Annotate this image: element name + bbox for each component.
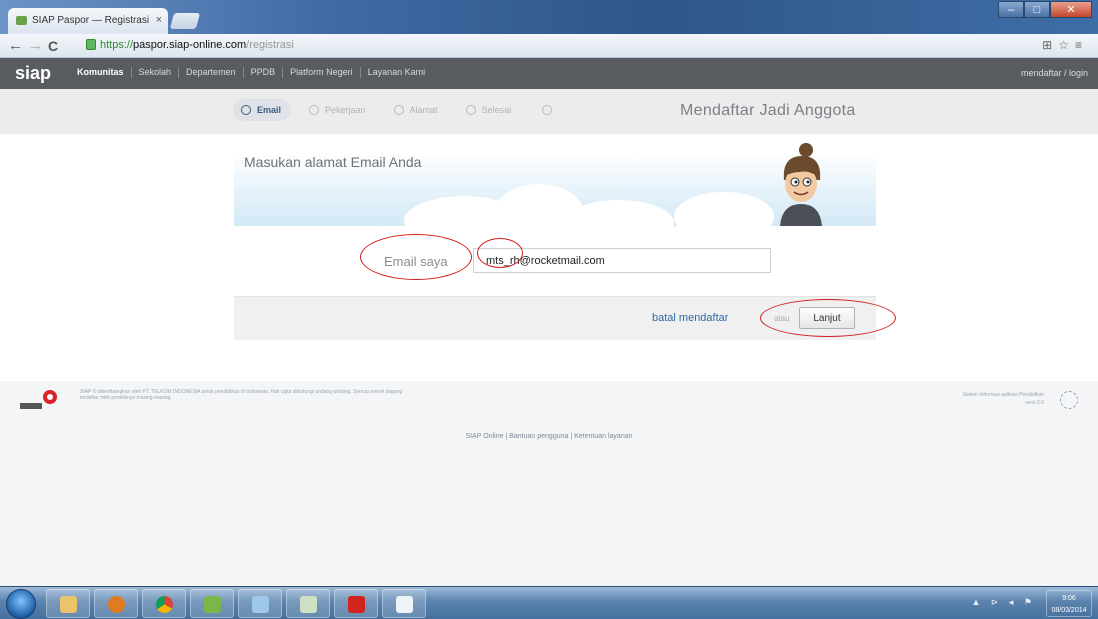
step-final bbox=[531, 99, 561, 121]
maximize-button[interactable]: □ bbox=[1024, 1, 1050, 18]
taskbar-app-icon[interactable] bbox=[238, 589, 282, 618]
taskbar-app-icon[interactable] bbox=[190, 589, 234, 618]
email-input[interactable] bbox=[473, 248, 771, 273]
clock-date: 08/03/2014 bbox=[1051, 607, 1087, 614]
step-indicator: Email Pekerjaan Alamat Selesai bbox=[233, 99, 561, 121]
footer-copyright: SIAP © dikembangkan oleh PT. TELKOM INDO… bbox=[80, 389, 403, 401]
site-nav-menu: Komunitas Sekolah Departemen PPDB Platfo… bbox=[70, 67, 432, 78]
windows-taskbar: ▲ ⊳ ◂ ⚑ 9:06 08/03/2014 bbox=[0, 586, 1098, 619]
taskbar-chrome-icon[interactable] bbox=[142, 589, 186, 618]
browser-tab[interactable]: SIAP Paspor — Registrasi × bbox=[8, 8, 168, 34]
favicon-icon bbox=[16, 16, 27, 25]
form-action-bar: batal mendaftar atau Lanjut bbox=[234, 296, 876, 340]
browser-menu-icons[interactable]: ⊞☆≡ bbox=[1042, 38, 1088, 52]
url-host: paspor.siap-online.com bbox=[133, 39, 247, 51]
hero-banner: Masukan alamat Email Anda bbox=[234, 134, 876, 226]
clock-time: 9:06 bbox=[1062, 595, 1076, 602]
new-tab-button[interactable] bbox=[169, 13, 201, 29]
next-button[interactable]: Lanjut bbox=[799, 307, 855, 329]
tab-close-icon[interactable]: × bbox=[156, 14, 162, 26]
url-scheme: https:// bbox=[100, 39, 134, 51]
nav-item-ppdb[interactable]: PPDB bbox=[244, 67, 284, 78]
footer-link-ketentuan[interactable]: Ketentuan layanan bbox=[574, 433, 632, 440]
nav-item-platform[interactable]: Platform Negeri bbox=[283, 67, 361, 78]
mascot-illustration bbox=[780, 143, 822, 226]
address-bar[interactable]: https://paspor.siap-online.com/registras… bbox=[86, 36, 1086, 55]
url-text[interactable]: https://paspor.siap-online.com/registras… bbox=[100, 39, 294, 51]
start-button[interactable] bbox=[6, 589, 36, 619]
minimize-button[interactable]: – bbox=[998, 1, 1024, 18]
tab-title: SIAP Paspor — Registrasi bbox=[32, 15, 150, 26]
taskbar-explorer-icon[interactable] bbox=[46, 589, 90, 618]
taskbar-apps bbox=[46, 589, 426, 618]
taskbar-media-player-icon[interactable] bbox=[94, 589, 138, 618]
footer-right-text: Sistem Informasi aplikasi Pendidikan bbox=[962, 392, 1044, 398]
siap-logo[interactable]: siap bbox=[10, 62, 56, 84]
system-tray-icons[interactable]: ▲ ⊳ ◂ ⚑ bbox=[971, 597, 1036, 608]
cloud-shape bbox=[674, 192, 774, 226]
footer-right-info: Sistem Informasi aplikasi Pendidikan ver… bbox=[963, 391, 1044, 407]
step-selesai: Selesai bbox=[458, 99, 522, 121]
site-navbar: siap Komunitas Sekolah Departemen PPDB P… bbox=[0, 58, 1098, 89]
email-label: Email saya bbox=[384, 254, 448, 269]
forward-button[interactable]: → bbox=[28, 37, 43, 55]
footer-link-bantuan[interactable]: Bantuan pengguna bbox=[509, 433, 568, 440]
step-alamat: Alamat bbox=[386, 99, 448, 121]
url-path: /registrasi bbox=[246, 39, 294, 51]
nav-item-komunitas[interactable]: Komunitas bbox=[70, 67, 132, 78]
registration-steps-bar: Email Pekerjaan Alamat Selesai Mendaftar… bbox=[0, 89, 1098, 134]
certificate-badge-icon bbox=[1060, 391, 1078, 409]
nav-item-sekolah[interactable]: Sekolah bbox=[132, 67, 180, 78]
main-content: Masukan alamat Email Anda Email saya bat… bbox=[0, 134, 1098, 381]
form-heading: Masukan alamat Email Anda bbox=[244, 154, 422, 170]
footer-link-siap-online[interactable]: SIAP Online bbox=[465, 433, 503, 440]
cancel-registration-link[interactable]: batal mendaftar bbox=[652, 312, 728, 324]
taskbar-app-icon[interactable] bbox=[286, 589, 330, 618]
footer-version: versi 2.0 bbox=[1025, 400, 1044, 406]
lock-icon bbox=[86, 39, 96, 50]
taskbar-pdf-icon[interactable] bbox=[334, 589, 378, 618]
nav-item-layanan[interactable]: Layanan Kami bbox=[361, 67, 433, 78]
taskbar-app-icon[interactable] bbox=[382, 589, 426, 618]
browser-tab-strip: SIAP Paspor — Registrasi × – □ ✕ bbox=[0, 0, 1098, 34]
login-link[interactable]: mendaftar / login bbox=[1021, 68, 1088, 78]
telkom-logo-icon bbox=[20, 390, 57, 409]
email-row: Email saya bbox=[0, 246, 1098, 276]
back-button[interactable]: ← bbox=[8, 37, 23, 55]
page-title: Mendaftar Jadi Anggota bbox=[680, 102, 856, 119]
step-pekerjaan: Pekerjaan bbox=[301, 99, 376, 121]
step-email: Email bbox=[233, 99, 292, 121]
footer-links: SIAP Online | Bantuan pengguna | Ketentu… bbox=[465, 433, 633, 440]
browser-toolbar: ← → C https://paspor.siap-online.com/reg… bbox=[0, 34, 1098, 58]
or-separator: atau bbox=[774, 314, 790, 323]
page-footer: SIAP © dikembangkan oleh PT. TELKOM INDO… bbox=[0, 381, 1098, 586]
taskbar-clock[interactable]: 9:06 08/03/2014 bbox=[1046, 590, 1092, 617]
nav-item-departemen[interactable]: Departemen bbox=[179, 67, 244, 78]
reload-button[interactable]: C bbox=[48, 37, 58, 55]
close-window-button[interactable]: ✕ bbox=[1050, 1, 1092, 18]
window-controls: – □ ✕ bbox=[998, 1, 1092, 18]
